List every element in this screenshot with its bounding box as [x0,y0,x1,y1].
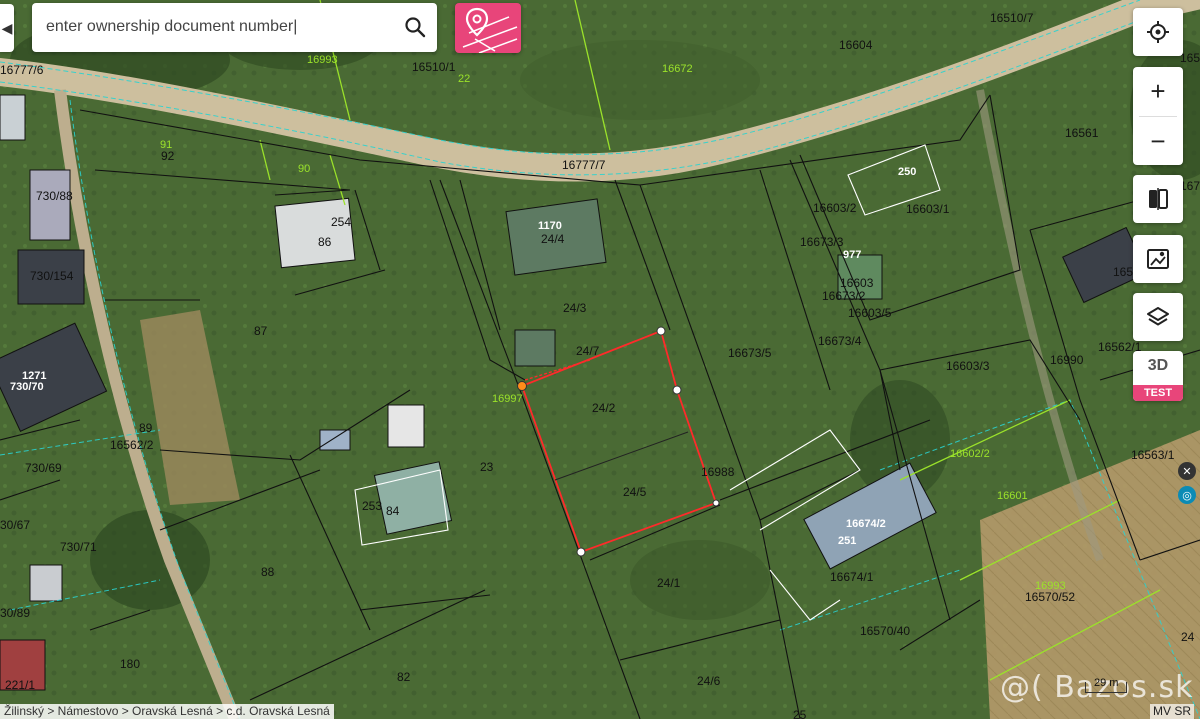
globe-icon[interactable]: ◎ [1178,486,1196,504]
map-overlay-button[interactable] [1133,235,1183,283]
parcel-label: 24/1 [657,576,681,590]
parcel-label: 730/70 [10,381,44,393]
parcel-label: 22 [458,73,470,85]
parcel-label: 90 [298,163,310,175]
parcel-label: 16562/2 [110,438,154,452]
parcel-label: 977 [843,249,861,261]
collapse-panel-button[interactable]: ◀ [0,4,14,52]
zoom-in-button[interactable]: + [1133,67,1183,115]
parcel-label: 25 [793,708,807,719]
vertex-handle [656,326,666,336]
vertex-handle-active [517,381,527,391]
parcel-label: 24/4 [541,232,565,246]
parcel-label: 16563/1 [1131,448,1175,462]
test-badge: TEST [1133,385,1183,401]
scale-label: 29 m [1094,677,1119,689]
breadcrumb[interactable]: Žilinský > Námestovo > Oravská Lesná > c… [0,704,334,719]
parcel-label: 1170 [538,220,562,232]
parcel-label: 82 [397,670,411,684]
parcel-label: 16673/4 [818,334,862,348]
parcel-label: 16510/1 [412,60,456,74]
parcel-label: 16510/7 [990,11,1034,25]
cadastral-map[interactable]: 16777/6 16993 22 16510/1 16672 16604 165… [0,0,1200,719]
parcel-label: 16561 [1065,126,1099,140]
map-attribution: MV SR [1149,704,1194,719]
parcel-label: 24 [1181,630,1195,644]
zoom-out-button[interactable]: − [1133,117,1183,165]
search-bar [32,3,437,52]
vertex-handle [712,499,720,507]
parcel-label: 730/69 [25,461,62,475]
3d-label: 3D [1147,357,1169,374]
parcel-label: 16570/40 [860,624,910,638]
chevron-left-icon: ◀ [1,19,13,36]
parcel-label: 253 [362,499,382,513]
parcel-label: 730/88 [36,189,73,203]
parcel-label: 16603 [840,276,874,290]
parcel-label: 24/5 [623,485,647,499]
parcel-label: 30/67 [0,518,30,532]
parcel-label: 180 [120,657,140,671]
close-icon[interactable]: ✕ [1178,462,1196,480]
parcel-label: 88 [261,565,275,579]
zoom-controls: + − [1133,67,1183,165]
parcel-label: 16777/7 [562,158,606,172]
parcel-label: 16604 [839,38,873,52]
locate-me-button[interactable] [1133,8,1183,56]
parcel-label: 16603/5 [848,306,892,320]
compare-button[interactable] [1133,175,1183,223]
parcel-label: 24/2 [592,401,616,415]
parcel-label: 16988 [701,465,735,479]
layers-button[interactable] [1133,293,1183,341]
parcel-label: 89 [139,421,153,435]
parcel-label: 30/89 [0,606,30,620]
search-input[interactable] [46,15,376,39]
parcel-label: 16673/2 [822,289,866,303]
parcel-label: 16777/6 [0,63,44,77]
map-pin-icon [1147,249,1169,269]
parcel-label: 24/3 [563,301,587,315]
parcel-label: 16673/5 [728,346,772,360]
parcel-label: 16603/1 [906,202,950,216]
parcel-label: 16993 [1035,580,1066,592]
layers-icon [1147,307,1169,326]
search-icon[interactable] [403,15,427,39]
parcel-label: 254 [331,215,351,229]
parcel-label: 16601 [997,490,1028,502]
parcel-label: 16997 [492,393,523,405]
parcel-label: 16777/1 [1180,179,1200,193]
parcel-label: 251 [838,535,856,547]
side-icons: ✕ ◎ [1178,462,1198,506]
parcel-label: 84 [386,504,400,518]
crosshair-icon [1147,21,1169,43]
parcel-pin-icon [462,7,518,53]
parcel-label: 92 [161,149,175,163]
parcel-label: 16603/2 [813,201,857,215]
parcel-label: 16674/2 [846,518,886,530]
parcel-search-button[interactable] [455,3,521,53]
vertex-handle [576,547,586,557]
parcel-label: 221/1 [5,678,35,692]
parcel-label: 16570/52 [1025,590,1075,604]
parcel-label: 24/7 [576,344,600,358]
parcel-label: 16510/4 [1180,51,1200,65]
parcel-label: 16602/2 [950,448,990,460]
parcel-label: 730/71 [60,540,97,554]
parcel-label: 16673/3 [800,235,844,249]
parcel-label: 250 [898,166,916,178]
parcel-label: 16993 [307,54,338,66]
parcel-label: 23 [480,460,494,474]
compare-icon [1149,188,1168,210]
parcel-label: 16990 [1050,353,1084,367]
vertex-handle [672,385,682,395]
parcel-label: 16672 [662,63,693,75]
parcel-label: 730/154 [30,269,74,283]
parcel-label: 86 [318,235,332,249]
parcel-label: 16603/3 [946,359,990,373]
parcel-label: 24/6 [697,674,721,688]
toggle-3d-button[interactable]: 3D TEST [1133,351,1183,401]
parcel-label: 87 [254,324,268,338]
parcel-label: 16674/1 [830,570,874,584]
